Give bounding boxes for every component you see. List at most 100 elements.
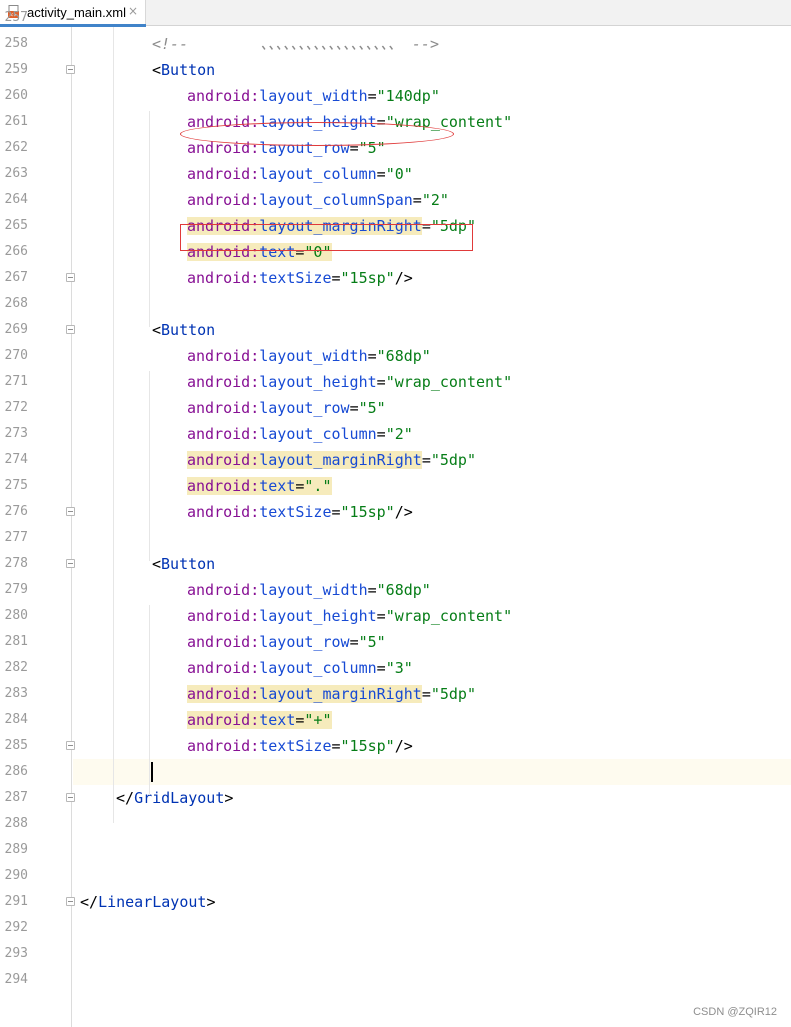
code-line[interactable]: 291 </LinearLayout> xyxy=(0,889,791,915)
code-token-ns: android: xyxy=(187,191,260,209)
code-token-attr: text xyxy=(259,477,296,495)
code-line[interactable]: 283 android:layout_marginRight="5dp" xyxy=(0,681,791,707)
code-token-ns: android: xyxy=(187,503,260,521)
code-text: <Button xyxy=(152,317,215,343)
fold-toggle-icon[interactable] xyxy=(66,559,75,568)
code-text: android:layout_row="5" xyxy=(187,629,386,655)
code-token-punct: = xyxy=(367,581,377,599)
code-line[interactable]: 285 android:textSize="15sp"/> xyxy=(0,733,791,759)
line-number: 290 xyxy=(4,868,28,883)
code-line[interactable]: 281 android:layout_row="5" xyxy=(0,629,791,655)
code-line[interactable]: 288 xyxy=(0,811,791,837)
indent-guide xyxy=(149,371,150,561)
red-rectangle-annotation xyxy=(180,224,473,251)
code-token-punct: > xyxy=(206,893,216,911)
fold-toggle-icon[interactable] xyxy=(66,793,75,802)
code-token-attr: textSize xyxy=(259,503,332,521)
line-number: 289 xyxy=(4,842,28,857)
code-token-attr: layout_marginRight xyxy=(259,451,422,469)
code-line[interactable]: 270 android:layout_width="68dp" xyxy=(0,343,791,369)
line-number: 282 xyxy=(4,660,28,675)
code-token-punct: = xyxy=(376,373,386,391)
code-line[interactable]: 287 </GridLayout> xyxy=(0,785,791,811)
attribute-highlight: android:layout_marginRight xyxy=(187,685,422,703)
line-number: 260 xyxy=(4,88,28,103)
code-line[interactable]: 276 android:textSize="15sp"/> xyxy=(0,499,791,525)
code-token-ns: android: xyxy=(187,711,260,729)
line-number: 269 xyxy=(4,322,28,337)
code-line[interactable]: 277 xyxy=(0,525,791,551)
code-line[interactable]: 272 android:layout_row="5" xyxy=(0,395,791,421)
fold-toggle-icon[interactable] xyxy=(66,273,75,282)
line-number: 263 xyxy=(4,166,28,181)
code-token-punct: = xyxy=(367,87,377,105)
fold-toggle-icon[interactable] xyxy=(66,741,75,750)
line-number: 284 xyxy=(4,712,28,727)
line-number: 272 xyxy=(4,400,28,415)
code-token-attr: text xyxy=(259,711,296,729)
code-line[interactable]: 258 <!-- 、、、、、、、、、、、、、、、、、、 --> xyxy=(0,31,791,57)
code-line[interactable]: 259 <Button xyxy=(0,57,791,83)
code-line[interactable]: 282 android:layout_column="3" xyxy=(0,655,791,681)
code-token-attr: layout_height xyxy=(259,607,377,625)
indent-guide xyxy=(149,111,150,327)
line-number: 265 xyxy=(4,218,28,233)
code-line[interactable]: 284 android:text="+" xyxy=(0,707,791,733)
line-number: 262 xyxy=(4,140,28,155)
code-text: android:text="+" xyxy=(187,707,332,733)
code-editor[interactable]: 257 258 <!-- 、、、、、、、、、、、、、、、、、、 --> 259 <But… xyxy=(0,10,791,1027)
code-token-attr: textSize xyxy=(259,269,332,287)
code-text: android:layout_width="140dp" xyxy=(187,83,440,109)
code-token-attr: layout_marginRight xyxy=(259,685,422,703)
code-text: android:textSize="15sp"/> xyxy=(187,499,413,525)
fold-toggle-icon[interactable] xyxy=(66,897,75,906)
line-number: 259 xyxy=(4,62,28,77)
code-line[interactable]: 274 android:layout_marginRight="5dp" xyxy=(0,447,791,473)
code-token-ns: android: xyxy=(187,399,260,417)
code-line[interactable]: 279 android:layout_width="68dp" xyxy=(0,577,791,603)
code-token-punct: < xyxy=(152,61,162,79)
code-token-val: "." xyxy=(304,477,332,495)
code-token-ns: android: xyxy=(187,477,260,495)
code-line[interactable]: 286 xyxy=(0,759,791,785)
code-token-attr: layout_column xyxy=(259,165,377,183)
code-line[interactable]: 268 xyxy=(0,291,791,317)
code-line[interactable]: 260 android:layout_width="140dp" xyxy=(0,83,791,109)
code-text: <!-- 、、、、、、、、、、、、、、、、、、 --> xyxy=(152,31,439,57)
code-line[interactable]: 263 android:layout_column="0" xyxy=(0,161,791,187)
code-line[interactable]: 269 <Button xyxy=(0,317,791,343)
code-text: </GridLayout> xyxy=(116,785,233,811)
code-line[interactable]: 280 android:layout_height="wrap_content" xyxy=(0,603,791,629)
code-line[interactable]: 292 xyxy=(0,915,791,941)
code-token-val: "5dp" xyxy=(430,451,476,469)
code-token-comment: <!-- 、、、、、、、、、、、、、、、、、、 --> xyxy=(152,35,439,53)
code-line[interactable]: 289 xyxy=(0,837,791,863)
code-line[interactable]: 278 <Button xyxy=(0,551,791,577)
code-line[interactable]: 271 android:layout_height="wrap_content" xyxy=(0,369,791,395)
code-token-ns: android: xyxy=(187,269,260,287)
fold-toggle-icon[interactable] xyxy=(66,507,75,516)
code-token-ns: android: xyxy=(187,633,260,651)
fold-toggle-icon[interactable] xyxy=(66,65,75,74)
code-line[interactable]: 275 android:text="." xyxy=(0,473,791,499)
code-token-ns: android: xyxy=(187,347,260,365)
code-line[interactable]: 267 android:textSize="15sp"/> xyxy=(0,265,791,291)
code-line[interactable]: 290 xyxy=(0,863,791,889)
code-line[interactable]: 293 xyxy=(0,941,791,967)
code-token-attr: layout_width xyxy=(259,347,368,365)
code-token-punct: = xyxy=(349,399,359,417)
line-number: 279 xyxy=(4,582,28,597)
code-token-ns: android: xyxy=(187,165,260,183)
code-line[interactable]: 273 android:layout_column="2" xyxy=(0,421,791,447)
code-token-val: "2" xyxy=(421,191,449,209)
code-token-val: "3" xyxy=(385,659,413,677)
line-number: 294 xyxy=(4,972,28,987)
code-line[interactable]: 257 xyxy=(0,5,791,31)
code-line[interactable]: 264 android:layout_columnSpan="2" xyxy=(0,187,791,213)
code-text: android:layout_row="5" xyxy=(187,395,386,421)
line-number: 264 xyxy=(4,192,28,207)
code-line[interactable]: 294 xyxy=(0,967,791,993)
fold-toggle-icon[interactable] xyxy=(66,325,75,334)
code-token-punct: </ xyxy=(116,789,135,807)
code-token-tag: Button xyxy=(161,61,216,79)
